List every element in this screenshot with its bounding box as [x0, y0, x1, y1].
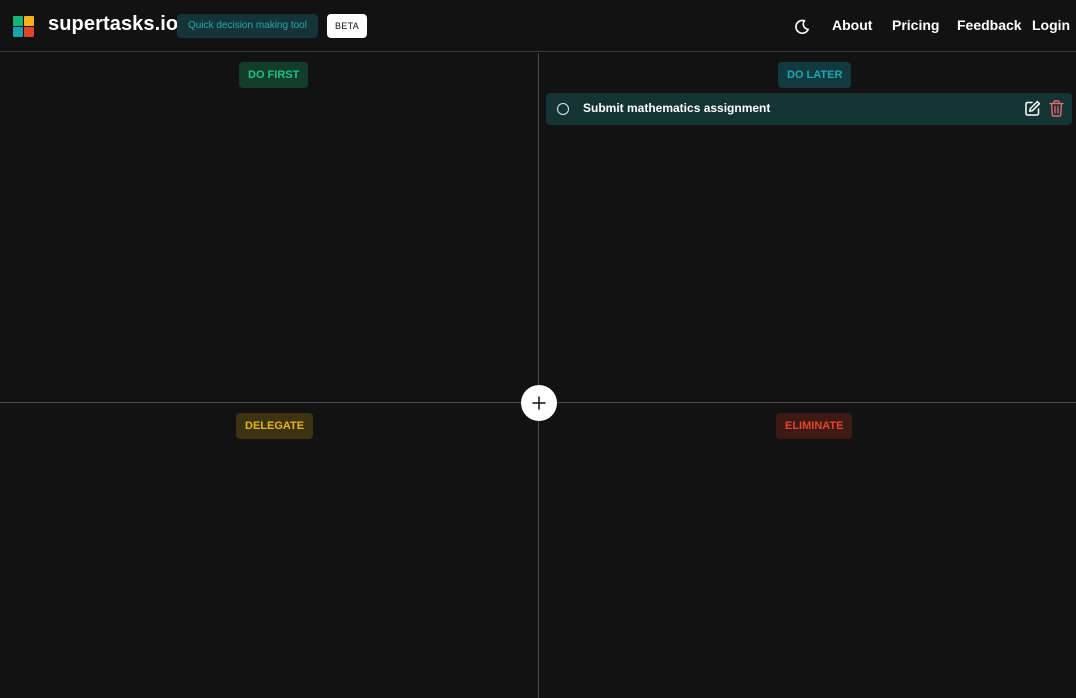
logo-square-green — [13, 16, 23, 26]
label-do-later: DO LATER — [778, 62, 852, 88]
quadrant-delegate[interactable] — [0, 403, 538, 698]
label-eliminate: ELIMINATE — [776, 413, 853, 439]
logo-icon[interactable] — [13, 16, 34, 37]
label-do-first: DO FIRST — [239, 62, 309, 88]
label-delegate: DELEGATE — [236, 413, 314, 439]
task-checkbox[interactable] — [557, 103, 569, 115]
nav-about[interactable]: About — [832, 17, 872, 33]
vertical-divider — [538, 53, 539, 698]
beta-badge: BETA — [327, 14, 367, 38]
logo-square-yellow — [24, 16, 34, 26]
nav-pricing[interactable]: Pricing — [892, 17, 939, 33]
top-navbar: supertasks.io Quick decision making tool… — [0, 0, 1076, 52]
nav-login[interactable]: Login — [1032, 17, 1070, 33]
quadrant-eliminate[interactable] — [539, 403, 1076, 698]
plus-icon — [532, 396, 546, 410]
logo-square-teal — [13, 27, 23, 37]
edit-icon[interactable] — [1024, 100, 1041, 117]
brand-name[interactable]: supertasks.io — [48, 13, 178, 36]
nav-feedback[interactable]: Feedback — [957, 17, 1022, 33]
trash-icon[interactable] — [1049, 100, 1064, 117]
logo-square-red — [24, 27, 34, 37]
tagline-badge: Quick decision making tool — [177, 14, 318, 38]
quadrant-do-first[interactable] — [0, 53, 538, 402]
task-title: Submit mathematics assignment — [583, 101, 771, 115]
add-task-button[interactable] — [521, 385, 557, 421]
moon-icon[interactable] — [794, 19, 810, 35]
task-item[interactable]: Submit mathematics assignment — [546, 93, 1072, 125]
